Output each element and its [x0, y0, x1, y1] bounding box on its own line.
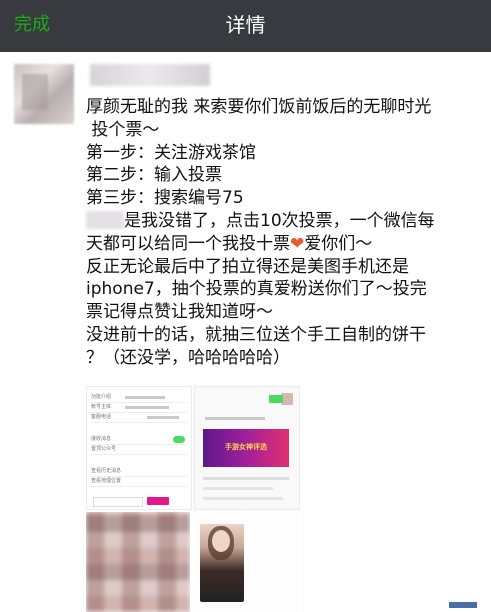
post-line: 天都可以给同一个我投十票 — [86, 233, 290, 254]
post-line: 投个票～ — [86, 119, 160, 140]
mini-label: 查看地理位置 — [91, 478, 122, 484]
post-line: ？（还没学，哈哈哈哈哈） — [86, 347, 290, 368]
mini-label: 功能介绍 — [91, 394, 112, 400]
post-line: 第三步：搜索编号75 — [86, 188, 244, 209]
post-line: iphone7，抽个投票的真爱粉送你们了～投完 — [86, 279, 427, 300]
redacted-text — [86, 210, 124, 229]
banner-text: 手游女神评选 — [225, 443, 267, 451]
mini-label: 查看历史消息 — [91, 468, 122, 474]
post-line: 第二步：输入投票 — [86, 165, 222, 186]
post-line: 是我没错了，点击10次投票，一个微信每 — [124, 210, 435, 231]
post-line: 厚颜无耻的我 来索要你们饭前饭后的无聊时光 — [86, 97, 432, 117]
bottom-edge-element — [449, 602, 477, 608]
post-text: 厚颜无耻的我 来索要你们饭前饭后的无聊时光 投个票～ 第一步：关注游戏茶馆 第二… — [86, 96, 486, 370]
moment-detail: 厚颜无耻的我 来索要你们饭前饭后的无聊时光 投个票～ 第一步：关注游戏茶馆 第二… — [0, 52, 491, 612]
post-line: 爱你们～ — [304, 233, 373, 254]
image-thumbnail-pixelated-photo[interactable] — [86, 512, 190, 612]
post-line: 第一步：关注游戏茶馆 — [86, 142, 256, 163]
vote-banner: 手游女神评选 — [203, 429, 289, 467]
image-thumbnail-vote-page[interactable]: 手游女神评选 — [194, 386, 300, 510]
image-thumbnail-portrait[interactable] — [194, 512, 298, 612]
post-line: 反正无论最后中了拍立得还是美图手机还是 — [86, 256, 409, 277]
mini-label: 帐号主体 — [91, 404, 112, 410]
mini-label: 接收消息 — [91, 436, 112, 442]
mosaic-photo — [86, 512, 190, 612]
heart-icon: ❤ — [290, 233, 305, 254]
mini-label: 置顶公众号 — [91, 446, 117, 452]
navigation-bar: 完成 详情 — [0, 0, 491, 52]
nickname-redacted[interactable] — [90, 64, 210, 86]
post-line: 票记得点赞让我知道呀～ — [86, 302, 273, 323]
mini-label: 客服电话 — [91, 414, 112, 420]
image-thumbnail-account-profile[interactable]: 功能介绍 帐号主体 客服电话 接收消息 置顶公众号 查看历史消息 查看地理位置 — [86, 386, 192, 510]
post-line: 没进前十的话，就抽三位送个手工自制的饼干 — [86, 324, 426, 345]
page-title: 详情 — [225, 13, 266, 37]
avatar[interactable] — [14, 64, 74, 124]
